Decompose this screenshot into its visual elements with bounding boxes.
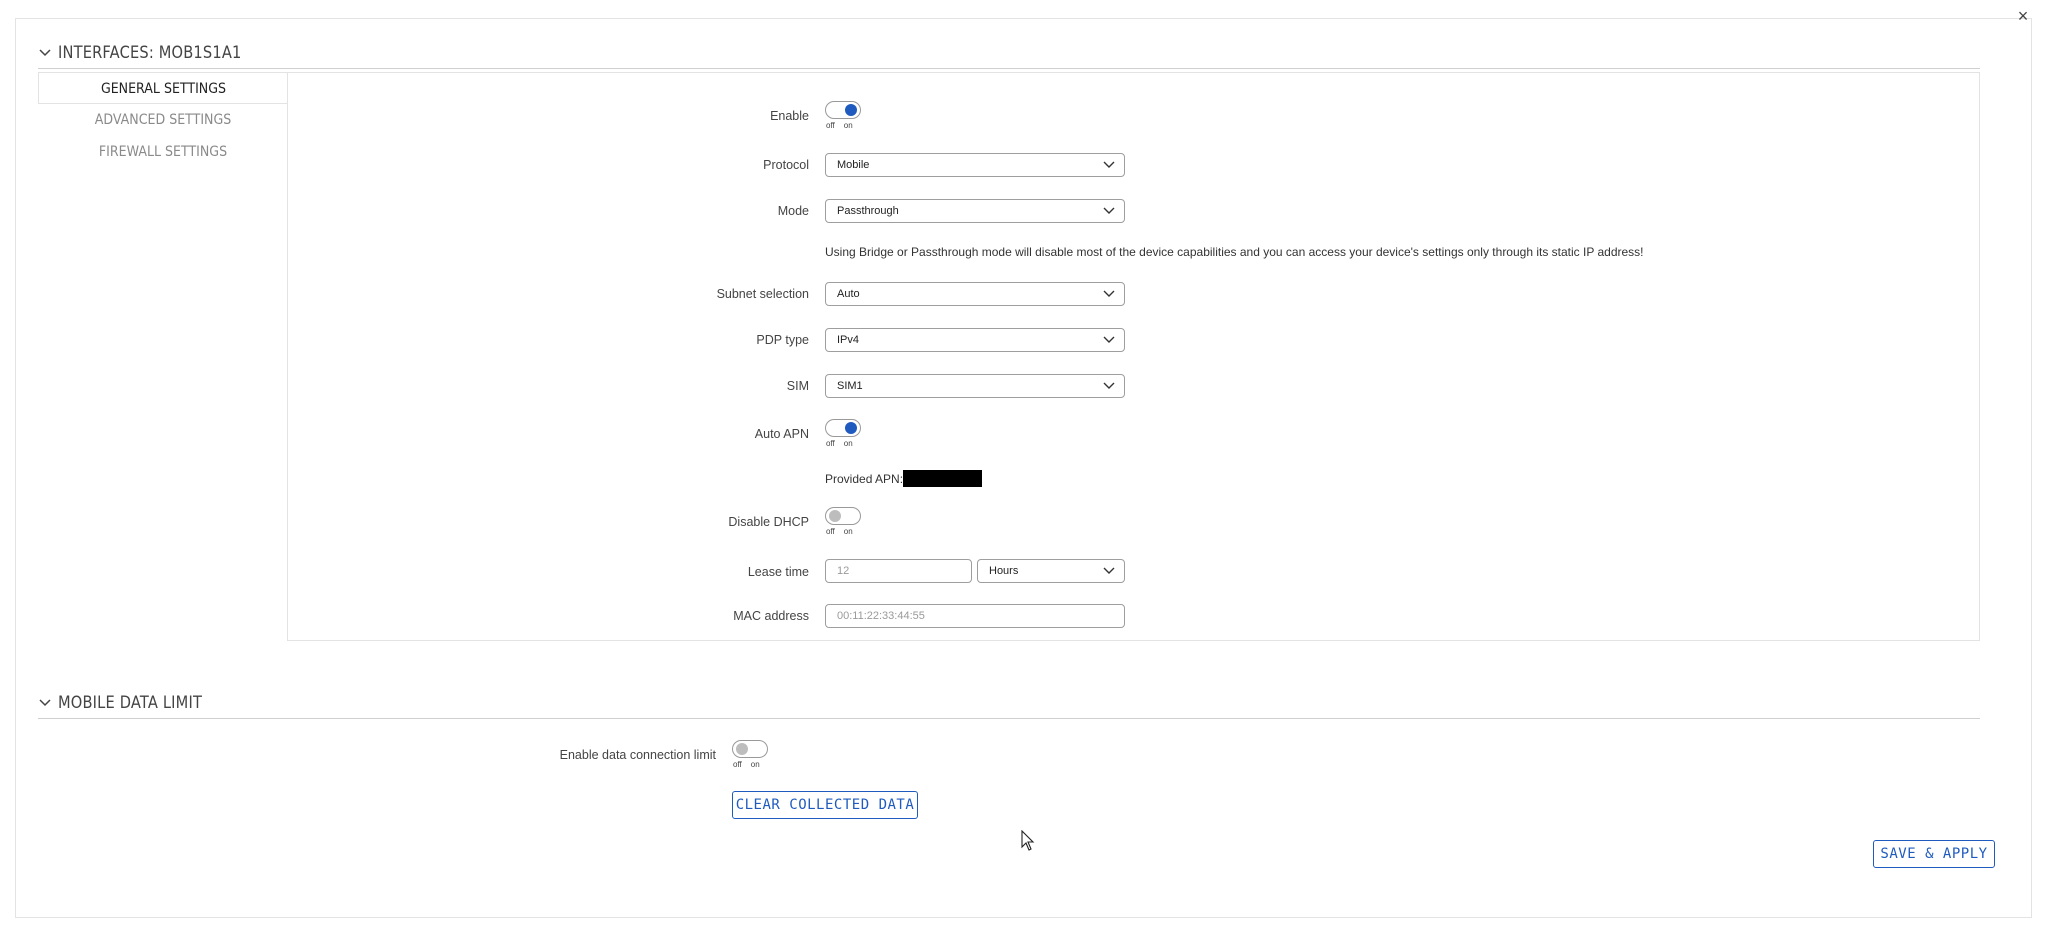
tab-firewall-settings[interactable]: FIREWALL SETTINGS bbox=[51, 136, 276, 168]
data-limit-toggle-text: off on bbox=[733, 760, 760, 769]
chevron-down-icon bbox=[1103, 567, 1115, 574]
settings-tabs: GENERAL SETTINGS ADVANCED SETTINGS FIREW… bbox=[38, 72, 288, 168]
mouse-pointer-icon bbox=[1021, 830, 1035, 851]
interface-section-header[interactable]: INTERFACES: MOB1S1A1 bbox=[38, 37, 1980, 69]
disable-dhcp-label: Disable DHCP bbox=[728, 515, 809, 529]
close-icon[interactable]: × bbox=[2012, 5, 2034, 27]
data-limit-toggle[interactable] bbox=[732, 740, 768, 758]
mode-select[interactable]: Passthrough bbox=[825, 199, 1125, 223]
sim-select[interactable]: SIM1 bbox=[825, 374, 1125, 398]
pdp-type-select[interactable]: IPv4 bbox=[825, 328, 1125, 352]
enable-toggle-text: off on bbox=[826, 121, 853, 130]
chevron-down-icon bbox=[1103, 161, 1115, 168]
lease-time-label: Lease time bbox=[747, 565, 809, 579]
general-settings-panel bbox=[287, 72, 1980, 641]
protocol-select[interactable]: Mobile bbox=[825, 153, 1125, 177]
chevron-down-icon bbox=[1103, 290, 1115, 297]
data-limit-section-header[interactable]: MOBILE DATA LIMIT bbox=[38, 687, 1980, 719]
subnet-label: Subnet selection bbox=[716, 287, 809, 301]
chevron-down-icon bbox=[1103, 207, 1115, 214]
section-title: MOBILE DATA LIMIT bbox=[58, 692, 203, 713]
auto-apn-toggle[interactable] bbox=[825, 419, 861, 437]
provided-apn-text: Provided APN: bbox=[825, 472, 904, 486]
section-title: INTERFACES: MOB1S1A1 bbox=[58, 42, 242, 63]
auto-apn-toggle-text: off on bbox=[826, 439, 853, 448]
data-limit-label: Enable data connection limit bbox=[559, 748, 716, 762]
save-apply-button[interactable]: SAVE & APPLY bbox=[1873, 840, 1995, 868]
lease-time-input[interactable]: 12 bbox=[825, 559, 972, 583]
clear-collected-data-button[interactable]: CLEAR COLLECTED DATA bbox=[732, 791, 918, 819]
mode-label: Mode bbox=[777, 204, 809, 218]
mac-address-label: MAC address bbox=[733, 609, 809, 623]
redacted-apn-value bbox=[903, 470, 982, 487]
tab-general-settings[interactable]: GENERAL SETTINGS bbox=[38, 72, 288, 104]
tab-advanced-settings[interactable]: ADVANCED SETTINGS bbox=[51, 104, 276, 136]
subnet-select[interactable]: Auto bbox=[825, 282, 1125, 306]
mode-warning-text: Using Bridge or Passthrough mode will di… bbox=[825, 245, 1644, 259]
chevron-down-icon bbox=[1103, 382, 1115, 389]
chevron-down-icon bbox=[39, 698, 51, 706]
auto-apn-label: Auto APN bbox=[754, 427, 809, 441]
disable-dhcp-toggle[interactable] bbox=[825, 507, 861, 525]
pdp-type-label: PDP type bbox=[756, 333, 809, 347]
chevron-down-icon bbox=[39, 48, 51, 56]
enable-toggle[interactable] bbox=[825, 101, 861, 119]
enable-label: Enable bbox=[770, 109, 809, 123]
lease-time-unit-select[interactable]: Hours bbox=[977, 559, 1125, 583]
chevron-down-icon bbox=[1103, 336, 1115, 343]
mac-address-input[interactable]: 00:11:22:33:44:55 bbox=[825, 604, 1125, 628]
disable-dhcp-toggle-text: off on bbox=[826, 527, 853, 536]
protocol-label: Protocol bbox=[763, 158, 809, 172]
sim-label: SIM bbox=[786, 379, 809, 393]
